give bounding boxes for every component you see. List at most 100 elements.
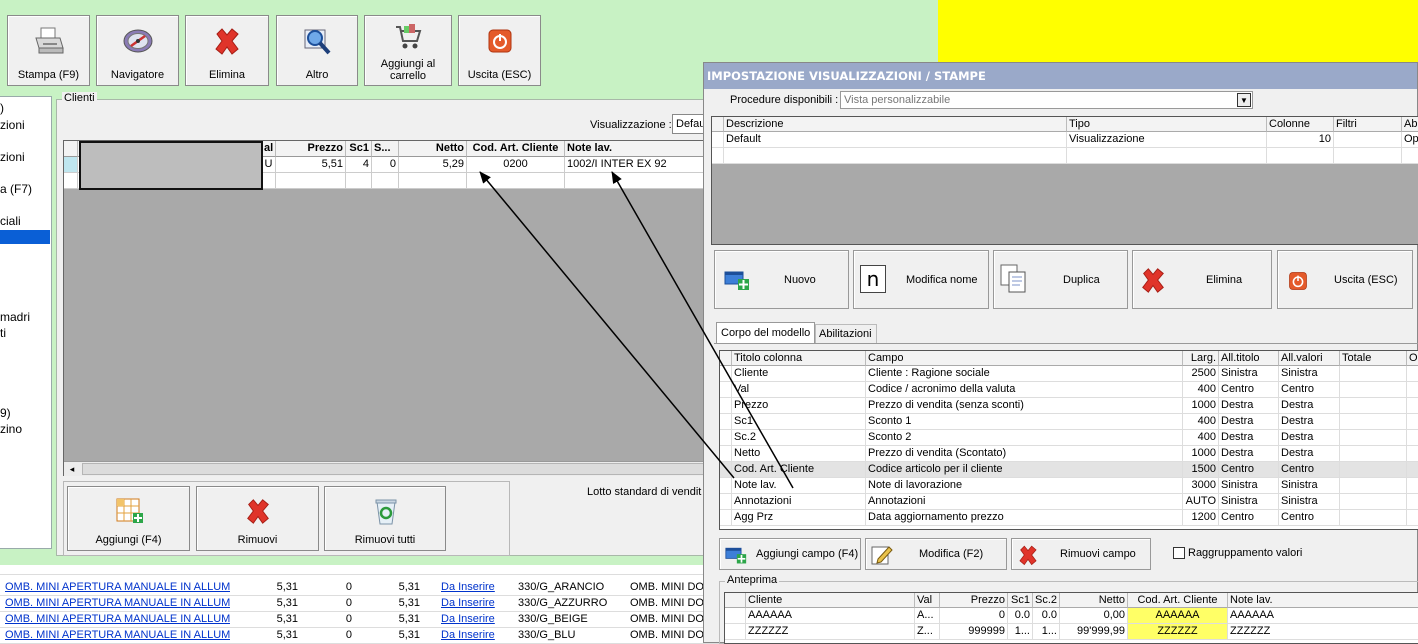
fields-cell[interactable]: 2500 xyxy=(1183,366,1219,382)
grid-header[interactable]: S... xyxy=(372,141,399,157)
fields-header[interactable]: All.valori xyxy=(1279,351,1340,366)
fields-cell[interactable]: Destra xyxy=(1279,446,1340,462)
status-link[interactable]: Da Inserire xyxy=(441,612,511,628)
views-cell[interactable] xyxy=(1334,132,1402,148)
grid-cell[interactable] xyxy=(276,173,346,189)
fields-cell[interactable] xyxy=(1407,414,1418,430)
fields-cell[interactable] xyxy=(1407,398,1418,414)
add-row-button[interactable]: Aggiungi (F4) xyxy=(67,486,190,551)
fields-cell[interactable] xyxy=(1407,494,1418,510)
fields-cell[interactable]: Sc1 xyxy=(732,414,866,430)
print-button[interactable]: Stampa (F9) xyxy=(7,15,90,86)
tab-corpo-del-modello[interactable]: Corpo del modello xyxy=(716,322,816,344)
row-selector[interactable] xyxy=(720,398,732,414)
fields-cell[interactable]: Agg Prz xyxy=(732,510,866,526)
fields-cell[interactable]: 400 xyxy=(1183,382,1219,398)
grid-cell[interactable] xyxy=(565,173,705,189)
views-header[interactable]: Filtri xyxy=(1334,117,1402,132)
nav-item[interactable]: a (F7) xyxy=(0,182,32,196)
grid-cell[interactable] xyxy=(372,173,399,189)
navigator-button[interactable]: Navigatore xyxy=(96,15,179,86)
fields-cell[interactable]: Sinistra xyxy=(1219,494,1279,510)
fields-cell[interactable]: Sconto 1 xyxy=(866,414,1183,430)
grid-header[interactable]: al xyxy=(262,141,276,157)
fields-cell[interactable] xyxy=(1340,414,1407,430)
fields-cell[interactable] xyxy=(1340,510,1407,526)
row-selector[interactable] xyxy=(720,414,732,430)
fields-header[interactable]: All.titolo xyxy=(1219,351,1279,366)
remove-row-button[interactable]: Rimuovi xyxy=(196,486,319,551)
grid-header[interactable]: Prezzo xyxy=(276,141,346,157)
nav-item[interactable]: zino xyxy=(0,422,22,436)
fields-cell[interactable] xyxy=(1340,430,1407,446)
fields-header[interactable]: Totale xyxy=(1340,351,1407,366)
row-selector[interactable] xyxy=(712,148,724,164)
nav-item[interactable]: madri xyxy=(0,310,30,324)
fields-cell[interactable]: Centro xyxy=(1279,462,1340,478)
grid-header[interactable]: Cod. Art. Cliente xyxy=(467,141,565,157)
nav-item[interactable]: zioni xyxy=(0,118,25,132)
row-selector[interactable] xyxy=(720,494,732,510)
fields-cell[interactable] xyxy=(1407,446,1418,462)
row-selector[interactable] xyxy=(720,446,732,462)
rename-view-button[interactable]: n Modifica nome xyxy=(853,250,989,309)
fields-cell[interactable]: Note di lavorazione xyxy=(866,478,1183,494)
fields-cell[interactable]: Destra xyxy=(1279,398,1340,414)
exit-button[interactable]: Uscita (ESC) xyxy=(458,15,541,86)
fields-cell[interactable] xyxy=(1340,446,1407,462)
fields-cell[interactable]: Prezzo xyxy=(732,398,866,414)
views-cell[interactable] xyxy=(1334,148,1402,164)
fields-cell[interactable]: 400 xyxy=(1183,414,1219,430)
fields-cell[interactable]: Cliente : Ragione sociale xyxy=(866,366,1183,382)
remove-field-button[interactable]: Rimuovi campo xyxy=(1011,538,1151,570)
fields-cell[interactable]: Data aggiornamento prezzo xyxy=(866,510,1183,526)
fields-cell[interactable] xyxy=(1407,510,1418,526)
fields-cell[interactable]: Annotazioni xyxy=(732,494,866,510)
fields-cell[interactable] xyxy=(1407,462,1418,478)
product-link[interactable]: OMB. MINI APERTURA MANUALE IN ALLUMI... xyxy=(5,612,230,628)
fields-cell[interactable]: 1000 xyxy=(1183,446,1219,462)
visualizzazione-select[interactable]: Defau xyxy=(672,114,706,134)
views-cell[interactable]: 10 xyxy=(1267,132,1334,148)
fields-cell[interactable]: Sinistra xyxy=(1279,478,1340,494)
grid-header[interactable]: Sc1 xyxy=(346,141,372,157)
horizontal-scrollbar[interactable]: ◂ xyxy=(64,461,705,476)
add-to-cart-button[interactable]: Aggiungi al carrello xyxy=(364,15,452,86)
fields-cell[interactable]: Sinistra xyxy=(1279,494,1340,510)
scrollbar-thumb[interactable] xyxy=(82,463,704,475)
row-selector[interactable] xyxy=(720,430,732,446)
fields-cell[interactable]: Codice / acronimo della valuta xyxy=(866,382,1183,398)
fields-cell[interactable]: Destra xyxy=(1279,414,1340,430)
fields-cell[interactable]: Destra xyxy=(1219,430,1279,446)
new-view-button[interactable]: Nuovo xyxy=(714,250,849,309)
fields-cell[interactable]: 1000 xyxy=(1183,398,1219,414)
fields-cell[interactable]: Sconto 2 xyxy=(866,430,1183,446)
fields-cell[interactable] xyxy=(1340,382,1407,398)
fields-cell[interactable] xyxy=(1340,398,1407,414)
fields-cell[interactable] xyxy=(1407,478,1418,494)
fields-cell[interactable]: Centro xyxy=(1279,510,1340,526)
exit-dialog-button[interactable]: Uscita (ESC) xyxy=(1277,250,1413,309)
delete-button[interactable]: Elimina xyxy=(185,15,269,86)
edit-field-button[interactable]: Modifica (F2) xyxy=(865,538,1007,570)
fields-cell[interactable]: AUTO xyxy=(1183,494,1219,510)
views-cell[interactable] xyxy=(1402,148,1418,164)
views-cell[interactable]: Default xyxy=(724,132,1067,148)
fields-header[interactable]: Campo xyxy=(866,351,1183,366)
grid-cell[interactable]: 5,51 xyxy=(276,157,346,173)
grid-cell[interactable] xyxy=(262,173,276,189)
fields-cell[interactable]: Note lav. xyxy=(732,478,866,494)
fields-header[interactable]: Or xyxy=(1407,351,1418,366)
tab-abilitazioni[interactable]: Abilitazioni xyxy=(815,324,877,344)
fields-cell[interactable]: Cod. Art. Cliente xyxy=(732,462,866,478)
grid-cell[interactable]: 0 xyxy=(372,157,399,173)
fields-header[interactable]: Larg. xyxy=(1183,351,1219,366)
delete-view-button[interactable]: Elimina xyxy=(1132,250,1272,309)
nav-item[interactable]: ti xyxy=(0,326,6,340)
row-selector[interactable] xyxy=(720,366,732,382)
views-cell[interactable] xyxy=(724,148,1067,164)
grid-cell[interactable] xyxy=(467,173,565,189)
fields-cell[interactable]: Annotazioni xyxy=(866,494,1183,510)
views-header[interactable]: Descrizione xyxy=(724,117,1067,132)
fields-cell[interactable]: Sinistra xyxy=(1219,478,1279,494)
